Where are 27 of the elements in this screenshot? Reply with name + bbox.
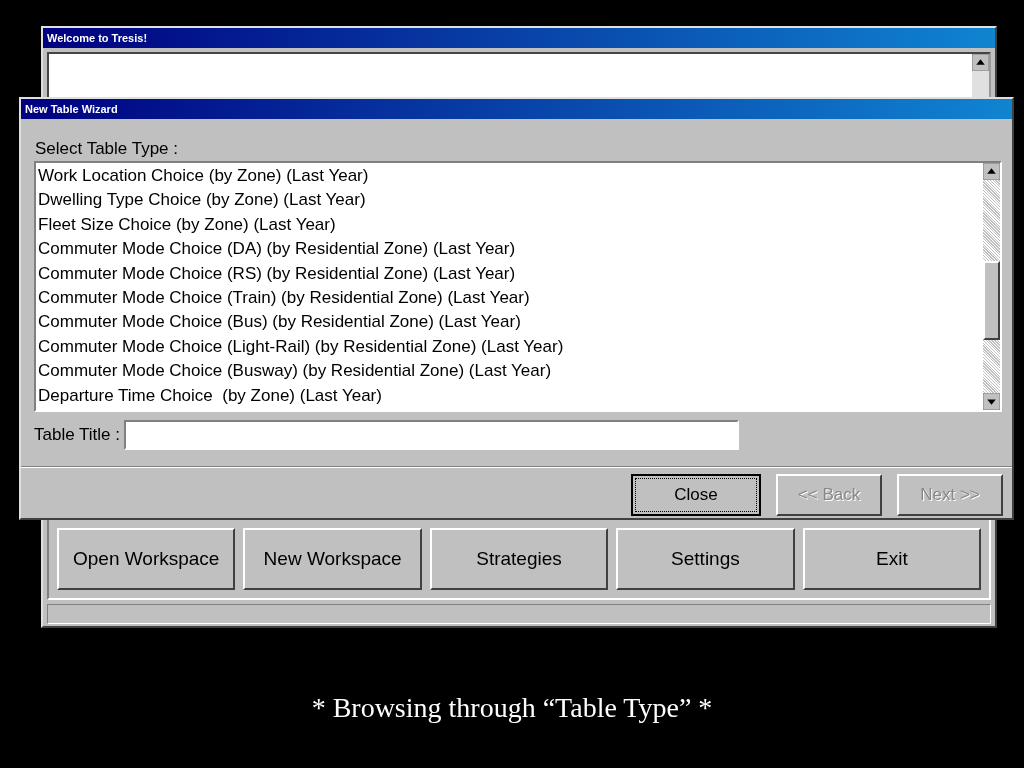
toolbar-button[interactable]: Settings — [616, 528, 795, 590]
list-item[interactable]: Commuter Mode Choice (Bus) (by Residential Zone) (Last Year) — [36, 310, 983, 335]
scrollbar-thumb[interactable] — [983, 260, 1000, 340]
dialog-title: New Table Wizard — [21, 99, 1012, 119]
window-title: Welcome to Tresis! — [43, 28, 995, 48]
table-type-list[interactable] — [34, 161, 1002, 412]
list-label: Select Table Type : — [35, 139, 180, 159]
dialog-button[interactable]: Close — [631, 474, 761, 516]
list-item[interactable]: Work Location Choice (by Zone) (Last Year) — [36, 164, 983, 189]
table-title-field[interactable] — [124, 420, 739, 450]
scroll-up-icon[interactable] — [972, 54, 989, 71]
list-item[interactable]: Departure Time Choice (by Zone) (Last Year) — [36, 383, 983, 409]
list-item[interactable]: Commuter Mode Choice (Light-Rail) (by Residential Zone) (Last Year) — [36, 334, 983, 360]
list-item[interactable]: Fleet Size Choice (by Zone) (Last Year) — [36, 212, 983, 238]
scroll-down-icon[interactable] — [983, 393, 1000, 410]
toolbar-button[interactable]: Open Workspace — [57, 528, 236, 590]
toolbar-button[interactable]: Strategies — [429, 528, 609, 590]
slide-caption: * Browsing through “Table Type” * — [311, 692, 713, 723]
list-item[interactable]: Commuter Mode Choice (Train) (by Residential Zone) (Last Year) — [36, 286, 983, 311]
list-item[interactable]: Commuter Mode Choice (DA) (by Residential Zone) (Last Year) — [36, 237, 983, 262]
toolbar-button[interactable]: Exit — [802, 528, 982, 590]
scroll-up-icon[interactable] — [983, 163, 1000, 180]
list-item[interactable]: Commuter Mode Choice (Busway) (by Residential Zone) (Last Year) — [36, 359, 983, 384]
list-item[interactable]: Commuter Mode Choice (RS) (by Residential Zone) (Last Year) — [36, 261, 983, 287]
list-item[interactable]: Dwelling Type Choice (by Zone) (Last Year) — [36, 188, 983, 213]
toolbar-button[interactable]: New Workspace — [243, 528, 422, 590]
field-label: Table Title : — [34, 425, 120, 445]
